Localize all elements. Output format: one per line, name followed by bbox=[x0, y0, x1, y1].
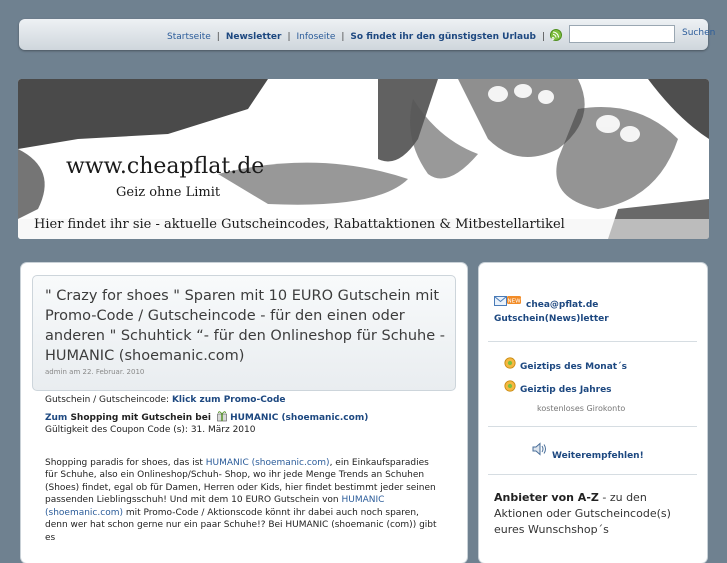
post-paragraph: Shopping paradis for shoes, das ist HUMA… bbox=[45, 457, 440, 545]
top-navigation-bar: Startseite | Newsletter | Infoseite | So finde… bbox=[19, 19, 715, 50]
shop-link[interactable]: HUMANIC (shoemanic.com) bbox=[230, 413, 368, 423]
post-header: " Crazy for shoes " Sparen mit 10 EURO G… bbox=[32, 275, 456, 391]
site-tagline: Geiz ohne Limit bbox=[116, 185, 221, 200]
search-button[interactable]: Suchen bbox=[682, 28, 715, 38]
nav-urlaub[interactable]: So findet ihr den günstigsten Urlaub bbox=[350, 32, 536, 42]
email-link[interactable]: chea@pflat.de bbox=[526, 300, 598, 310]
nav-separator: | bbox=[216, 32, 220, 42]
email-new-icon: NEW bbox=[494, 296, 521, 306]
star-badge-icon bbox=[504, 380, 516, 392]
site-title: www.cheapflat.de bbox=[66, 154, 265, 179]
post-title[interactable]: " Crazy for shoes " Sparen mit 10 EURO G… bbox=[45, 286, 445, 366]
header-banner: www.cheapflat.de Geiz ohne Limit Hier fi… bbox=[18, 79, 709, 239]
validity-text: Gültigkeit des Coupon Code (s): 31. März… bbox=[45, 425, 256, 435]
humanic-link[interactable]: HUMANIC (shoemanic.com) bbox=[206, 458, 330, 468]
divider bbox=[488, 341, 697, 342]
star-badge-icon bbox=[504, 357, 516, 369]
nav-startseite[interactable]: Startseite bbox=[167, 32, 211, 42]
girokonto-link[interactable]: kostenloses Girokonto bbox=[537, 404, 625, 413]
main-content: " Crazy for shoes " Sparen mit 10 EURO G… bbox=[21, 263, 467, 563]
nav-newsletter[interactable]: Newsletter bbox=[226, 32, 282, 42]
divider bbox=[488, 474, 697, 475]
geiztips-month-link[interactable]: Geiztips des Monat´s bbox=[520, 362, 627, 372]
speaker-icon bbox=[532, 442, 546, 456]
promo-code-link[interactable]: Klick zum Promo-Code bbox=[172, 395, 286, 405]
shop-line: Zum Shopping mit Gutschein bei HUMANIC (… bbox=[45, 410, 440, 425]
nav-infoseite[interactable]: Infoseite bbox=[297, 32, 336, 42]
divider bbox=[488, 426, 697, 427]
coupon-line: Gutschein / Gutscheincode: Klick zum Pro… bbox=[45, 394, 440, 407]
nav-separator: | bbox=[541, 32, 545, 42]
geiztip-year-link[interactable]: Geiztip des Jahres bbox=[520, 385, 612, 395]
search-input[interactable] bbox=[569, 25, 675, 43]
coupon-label: Gutschein / Gutscheincode: bbox=[45, 395, 172, 405]
anbieter-heading[interactable]: Anbieter von A-Z bbox=[494, 491, 599, 504]
nav-links: Startseite | Newsletter | Infoseite | So finde… bbox=[167, 32, 551, 42]
sidebar: NEW chea@pflat.de Gutschein(News)letter … bbox=[479, 263, 707, 563]
nav-separator: | bbox=[341, 32, 345, 42]
gift-icon bbox=[217, 410, 227, 421]
post-meta: admin am 22. Februar. 2010 bbox=[45, 368, 145, 376]
svg-text:NEW: NEW bbox=[507, 298, 521, 304]
anbieter-text: Anbieter von A-Z - zu den Aktionen oder … bbox=[494, 490, 694, 538]
post-body: Gutschein / Gutscheincode: Klick zum Pro… bbox=[45, 394, 440, 544]
newsletter-link[interactable]: Gutschein(News)letter bbox=[494, 314, 609, 324]
shopping-label: Shopping mit Gutschein bei bbox=[67, 412, 215, 423]
zum-link[interactable]: Zum bbox=[45, 413, 67, 423]
site-description: Hier findet ihr sie - aktuelle Gutschein… bbox=[34, 217, 565, 232]
nav-separator: | bbox=[287, 32, 291, 42]
recommend-link[interactable]: Weiterempfehlen! bbox=[552, 451, 644, 461]
paragraph-text: Shopping paradis for shoes, das ist bbox=[45, 457, 206, 468]
rss-icon[interactable] bbox=[550, 29, 562, 41]
